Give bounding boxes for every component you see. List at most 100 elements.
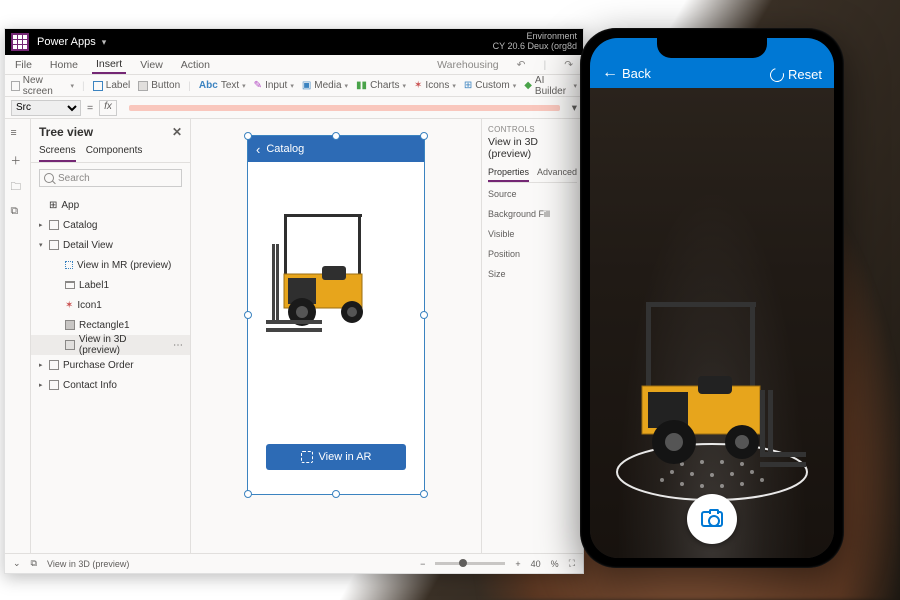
tool-text[interactable]: AbcText▾ (199, 80, 246, 91)
node-view-in-3d[interactable]: View in 3D (preview)⋯ (31, 335, 190, 355)
reset-button[interactable]: Reset (770, 67, 822, 82)
tab-screens[interactable]: Screens (39, 141, 76, 162)
menu-home[interactable]: Home (46, 57, 82, 73)
tree-search[interactable]: Search (39, 169, 182, 187)
node-rectangle1[interactable]: Rectangle1 (31, 315, 190, 335)
tool-icons[interactable]: ✶Icons▾ (414, 80, 456, 91)
phone-mockup: ← Back Reset (580, 28, 844, 568)
tab-properties[interactable]: Properties (488, 164, 529, 182)
resize-handle[interactable] (420, 132, 428, 140)
tool-charts[interactable]: ▮▮Charts▾ (356, 80, 406, 91)
node-label1[interactable]: Label1 (31, 275, 190, 295)
status-bar: ⌄ ⧉ View in 3D (preview) − + 40 % ⛶ (5, 553, 583, 573)
selected-control-icon: ⧉ (31, 558, 37, 569)
tool-ai-builder[interactable]: ◆AI Builder▾ (524, 75, 577, 97)
formula-expand-icon[interactable]: ▾ (572, 102, 577, 114)
reset-icon (767, 65, 786, 84)
node-contact-info[interactable]: ▸Contact Info (31, 375, 190, 395)
node-detail-view[interactable]: ▾Detail View (31, 235, 190, 255)
environment-value: CY 20.6 Deux (org8d (493, 42, 577, 52)
forklift-ar-model (612, 292, 812, 482)
back-button[interactable]: ← Back (602, 64, 651, 82)
node-view-in-mr[interactable]: View in MR (preview) (31, 255, 190, 275)
tree-tabs: Screens Components (31, 141, 190, 163)
chevron-down-icon[interactable]: ⌄ (13, 558, 21, 569)
tab-advanced[interactable]: Advanced (537, 164, 577, 182)
prop-source[interactable]: Source (488, 189, 577, 199)
props-control-name: View in 3D (preview) (488, 136, 577, 160)
search-placeholder: Search (58, 173, 90, 184)
media-pane-icon[interactable]: ⧉ (11, 205, 25, 219)
back-icon[interactable]: ‹ (256, 142, 260, 157)
redo-icon[interactable]: ↷ (560, 57, 577, 73)
menu-action[interactable]: Action (177, 57, 214, 73)
ar-camera-scene[interactable] (590, 88, 834, 558)
view-in-ar-button[interactable]: View in AR (266, 444, 406, 470)
titlebar: Power Apps ▾ Environment CY 20.6 Deux (o… (5, 29, 583, 55)
powerapps-studio-window: Power Apps ▾ Environment CY 20.6 Deux (o… (4, 28, 584, 574)
tool-button[interactable]: Button (138, 80, 180, 91)
property-selector[interactable]: Src (11, 100, 81, 116)
preview-title: Catalog (266, 143, 304, 155)
zoom-suffix: % (551, 559, 559, 569)
node-catalog[interactable]: ▸Catalog (31, 215, 190, 235)
selected-control-name: View in 3D (preview) (47, 559, 129, 569)
zoom-in-button[interactable]: + (515, 559, 520, 569)
node-purchase-order[interactable]: ▸Purchase Order (31, 355, 190, 375)
resize-handle[interactable] (332, 132, 340, 140)
tree: ⊞App ▸Catalog ▾Detail View View in MR (p… (31, 193, 190, 397)
node-icon1[interactable]: ✶Icon1 (31, 295, 190, 315)
menu-file[interactable]: File (11, 57, 36, 73)
app-launcher-icon[interactable] (11, 33, 29, 51)
undo-icon[interactable]: ↶ (513, 57, 530, 73)
menu-view[interactable]: View (136, 57, 167, 73)
forklift-3d-model (266, 200, 406, 340)
menu-insert[interactable]: Insert (92, 56, 126, 74)
fit-to-screen-icon[interactable]: ⛶ (569, 558, 575, 569)
phone-preview[interactable]: ‹ Catalog (247, 135, 425, 495)
tool-new-screen[interactable]: New screen▾ (11, 75, 74, 97)
ar-icon (301, 451, 313, 463)
tab-components[interactable]: Components (86, 141, 143, 162)
tool-media[interactable]: ▣Media▾ (302, 80, 348, 91)
back-label: Back (622, 66, 651, 81)
insert-toolbar: New screen▾ | Label Button | AbcText▾ ✎I… (5, 75, 583, 97)
prop-position[interactable]: Position (488, 249, 577, 259)
formula-bar: Src = fx ▾ (5, 97, 583, 119)
tool-input[interactable]: ✎Input▾ (254, 80, 294, 91)
tool-label[interactable]: Label (93, 80, 130, 91)
prop-visible[interactable]: Visible (488, 229, 577, 239)
node-app[interactable]: ⊞App (31, 195, 190, 215)
camera-icon (701, 511, 723, 527)
product-name: Power Apps (37, 36, 96, 48)
more-icon[interactable]: ⋯ (173, 340, 184, 351)
view-in-ar-label: View in AR (319, 451, 372, 463)
menubar: File Home Insert View Action Warehousing… (5, 55, 583, 75)
data-pane-icon[interactable]: 🗀 (11, 179, 25, 193)
tree-title: Tree view (39, 125, 93, 139)
fx-icon[interactable]: fx (99, 100, 117, 116)
formula-input[interactable] (129, 105, 560, 111)
chevron-down-icon[interactable]: ▾ (102, 37, 107, 48)
app-name: Warehousing (433, 57, 502, 73)
prop-size[interactable]: Size (488, 269, 577, 279)
canvas-area[interactable]: ‹ Catalog (191, 119, 481, 553)
tool-custom[interactable]: ⊞Custom▾ (464, 80, 516, 91)
left-rail: ≡ ＋ 🗀 ⧉ (5, 119, 31, 553)
tree-view-icon[interactable]: ≡ (11, 127, 25, 141)
reset-label: Reset (788, 67, 822, 82)
props-section-label: CONTROLS (488, 125, 577, 134)
phone-notch (657, 38, 767, 58)
prop-background-fill[interactable]: Background Fill (488, 209, 577, 219)
zoom-out-button[interactable]: − (420, 559, 425, 569)
close-icon[interactable]: ✕ (172, 125, 182, 139)
zoom-slider[interactable] (435, 562, 505, 565)
tree-view-pane: Tree view ✕ Screens Components Search ⊞A… (31, 119, 191, 553)
camera-shutter-button[interactable] (687, 494, 737, 544)
resize-handle[interactable] (244, 132, 252, 140)
insert-pane-icon[interactable]: ＋ (11, 153, 25, 167)
properties-pane: CONTROLS View in 3D (preview) Properties… (481, 119, 583, 553)
environment-picker[interactable]: Environment CY 20.6 Deux (org8d (493, 32, 577, 52)
search-icon (44, 173, 54, 183)
phone-screen: ← Back Reset (590, 38, 834, 558)
